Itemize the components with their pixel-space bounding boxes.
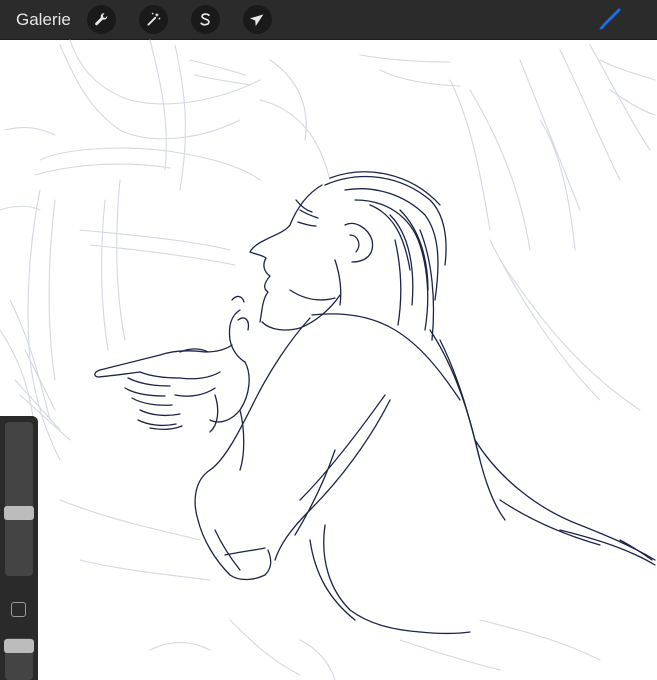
actions-wrench-button[interactable]: [87, 5, 116, 34]
top-toolbar: Galerie: [0, 0, 657, 39]
arrow-cursor-icon: [249, 14, 264, 27]
square-modify-icon[interactable]: [11, 602, 26, 617]
transform-button[interactable]: [243, 5, 272, 34]
drawing-canvas[interactable]: [0, 39, 657, 680]
brush-sidebar: [0, 416, 38, 680]
brush-icon: [599, 8, 621, 30]
background-sketch-lines: [0, 39, 656, 680]
brush-size-slider-thumb[interactable]: [4, 506, 34, 520]
selection-s-icon: [200, 13, 210, 26]
gallery-button[interactable]: Galerie: [16, 10, 71, 30]
opacity-slider[interactable]: [4, 638, 34, 680]
sketch-artwork: [0, 39, 656, 680]
brush-size-slider[interactable]: [4, 422, 34, 576]
brush-tool-button[interactable]: [594, 5, 624, 35]
adjustments-button[interactable]: [139, 5, 168, 34]
opacity-slider-thumb[interactable]: [4, 639, 34, 653]
wrench-icon: [95, 13, 108, 26]
magic-wand-icon: [147, 12, 161, 26]
selection-button[interactable]: [191, 5, 220, 34]
